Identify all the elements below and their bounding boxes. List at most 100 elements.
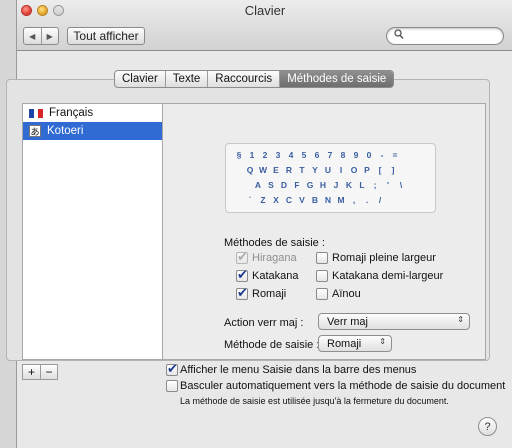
tab-bar: Clavier Texte Raccourcis Méthodes de sai… — [114, 70, 395, 88]
romaji-label: Romaji — [252, 288, 287, 300]
window-title: Clavier — [244, 3, 286, 18]
key-label: \ — [399, 180, 403, 190]
key-label: A — [254, 180, 262, 190]
key-label: ; — [373, 180, 377, 190]
auto-switch-note: La méthode de saisie est utilisée jusqu'… — [180, 396, 449, 406]
list-item-label: Kotoeri — [47, 125, 84, 137]
key-label: , — [352, 195, 356, 205]
input-method-popup[interactable]: Romaji ⇕ — [318, 335, 392, 352]
key-label: ' — [386, 180, 390, 190]
help-button[interactable]: ? — [478, 417, 497, 436]
input-source-list[interactable]: Français あ Kotoeri — [22, 103, 163, 360]
key-label: M — [337, 195, 345, 205]
key-label: P — [364, 165, 370, 175]
forward-button[interactable]: ▶ — [40, 28, 59, 44]
titlebar: Clavier ◀ ▶ Tout afficher — [17, 0, 512, 51]
show-input-menu-label: Afficher le menu Saisie dans la barre de… — [180, 364, 417, 376]
tab-raccourcis[interactable]: Raccourcis — [207, 71, 279, 87]
add-source-button[interactable]: + — [23, 365, 40, 379]
katakana-checkbox[interactable] — [236, 267, 248, 283]
key-label: W — [258, 165, 268, 175]
tab-methodes-de-saisie[interactable]: Méthodes de saisie — [279, 71, 394, 87]
key-label: 6 — [314, 150, 320, 160]
key-label: § — [236, 150, 242, 160]
key-label: B — [311, 195, 319, 205]
key-label: 9 — [353, 150, 359, 160]
key-label: = — [392, 150, 398, 160]
search-icon — [394, 29, 404, 43]
key-label: E — [273, 165, 279, 175]
list-item-francais[interactable]: Français — [23, 104, 162, 122]
keyboard-row: § 1 2 3 4 5 6 7 8 9 0- = — [233, 148, 401, 162]
romaji-checkbox[interactable] — [236, 285, 248, 301]
key-label: C — [285, 195, 293, 205]
key-label: O — [350, 165, 358, 175]
tab-clavier[interactable]: Clavier — [115, 71, 165, 87]
key-label: I — [339, 165, 343, 175]
key-label: Y — [312, 165, 318, 175]
keyboard-row: ` Z X C V B N M,. / — [244, 193, 386, 207]
remove-source-button[interactable]: − — [40, 365, 57, 379]
keyboard-preview: § 1 2 3 4 5 6 7 8 9 0- = Q W E R T Y U I O P[] A S D F G H J K L; ' \ … — [225, 143, 436, 213]
key-label: K — [345, 180, 353, 190]
list-item-label: Français — [49, 107, 94, 119]
katakana-half-width-label: Katakana demi-largeur — [332, 270, 444, 282]
key-label: ` — [248, 195, 252, 205]
key-label: 0 — [366, 150, 372, 160]
key-label: Z — [260, 195, 266, 205]
caps-lock-action-label: Action verr maj : — [224, 317, 304, 329]
key-label: X — [273, 195, 279, 205]
show-all-button[interactable]: Tout afficher — [67, 27, 145, 45]
search-field[interactable] — [386, 27, 504, 45]
input-modes-heading: Méthodes de saisie : — [224, 237, 325, 249]
input-method-label: Méthode de saisie : — [224, 339, 320, 351]
key-label: 2 — [262, 150, 268, 160]
tab-texte[interactable]: Texte — [164, 71, 208, 87]
kotoeri-icon: あ — [29, 125, 41, 137]
key-label: H — [319, 180, 327, 190]
auto-switch-label: Basculer automatiquement vers la méthode… — [180, 380, 506, 392]
hiragana-checkbox[interactable] — [236, 249, 248, 265]
key-label: N — [324, 195, 332, 205]
key-label: U — [324, 165, 332, 175]
keyboard-row: A S D F G H J K L; ' \ — [252, 178, 407, 192]
key-label: 4 — [288, 150, 294, 160]
key-label: 3 — [275, 150, 281, 160]
key-label: - — [380, 150, 384, 160]
key-label: 1 — [249, 150, 255, 160]
ainu-checkbox[interactable] — [316, 288, 328, 300]
ainu-label: Aïnou — [332, 288, 361, 300]
list-add-remove-control: + − — [22, 364, 58, 380]
show-input-menu-checkbox[interactable] — [166, 361, 178, 377]
romaji-full-width-checkbox[interactable] — [316, 252, 328, 264]
key-label: D — [280, 180, 288, 190]
key-label: 5 — [301, 150, 307, 160]
back-forward-control: ◀ ▶ — [23, 27, 59, 45]
key-label: 7 — [327, 150, 333, 160]
key-label: 8 — [340, 150, 346, 160]
key-label: G — [306, 180, 314, 190]
auto-switch-checkbox[interactable] — [166, 380, 178, 392]
key-label: V — [299, 195, 305, 205]
key-label: T — [299, 165, 305, 175]
katakana-label: Katakana — [252, 270, 299, 282]
key-label: J — [333, 180, 339, 190]
key-label: F — [294, 180, 300, 190]
list-item-kotoeri[interactable]: あ Kotoeri — [23, 122, 162, 140]
key-label: ] — [391, 165, 395, 175]
popup-arrows-icon: ⇕ — [379, 337, 386, 346]
key-label: L — [359, 180, 365, 190]
hiragana-label: Hiragana — [252, 252, 297, 264]
popup-arrows-icon: ⇕ — [457, 315, 464, 324]
key-label: Q — [246, 165, 254, 175]
back-button[interactable]: ◀ — [24, 28, 41, 44]
caps-lock-action-popup[interactable]: Verr maj ⇕ — [318, 313, 470, 330]
caps-lock-action-value: Verr maj — [327, 315, 368, 328]
keyboard-row: Q W E R T Y U I O P [] — [244, 163, 399, 177]
katakana-half-width-checkbox[interactable] — [316, 270, 328, 282]
key-label: / — [378, 195, 382, 205]
romaji-full-width-label: Romaji pleine largeur — [332, 252, 436, 264]
key-label: [ — [378, 165, 382, 175]
key-label: . — [365, 195, 369, 205]
key-label: S — [268, 180, 274, 190]
